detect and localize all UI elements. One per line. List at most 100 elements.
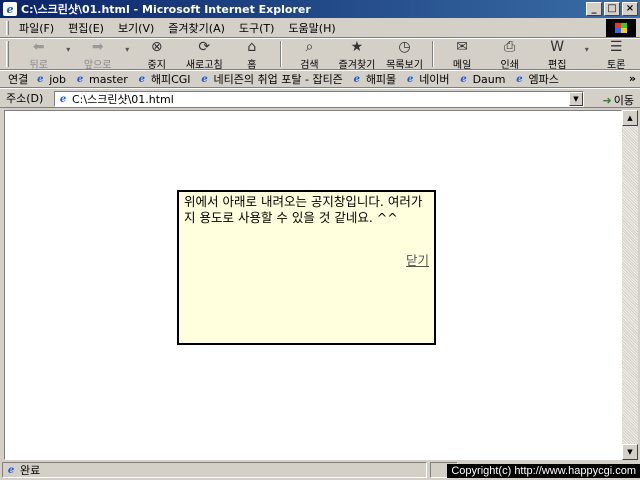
link-master[interactable]: e master: [74, 73, 128, 86]
refresh-label: 새로고침: [185, 60, 223, 71]
link-label: 네이버: [419, 73, 450, 86]
page-icon: e: [59, 93, 67, 105]
search-button[interactable]: ⌕ 검색: [286, 39, 334, 71]
toolbar-grip[interactable]: [6, 20, 9, 35]
page-icon: e: [460, 73, 467, 85]
edit-label: 편집: [548, 60, 567, 71]
link-empas[interactable]: e 엠파스: [513, 71, 559, 87]
windows-logo-icon: [606, 19, 636, 37]
link-happymall[interactable]: e 해피몰: [351, 71, 397, 87]
history-icon: ◷: [398, 39, 411, 55]
print-button[interactable]: ⎙ 인쇄: [486, 39, 534, 71]
link-label: job: [49, 72, 67, 86]
status-text: 완료: [20, 464, 41, 477]
vertical-scrollbar[interactable]: ▲ ▼: [622, 110, 638, 460]
search-icon: ⌕: [305, 39, 314, 55]
forward-button[interactable]: ➡ 앞으로: [74, 39, 122, 71]
favorites-label: 즐겨찾기: [338, 60, 376, 71]
links-bar: 연결 e job e master e 해피CGI e 네티즌의 취업 포탈 - 잡티즌…: [0, 70, 640, 88]
mail-icon: ✉: [456, 39, 468, 55]
home-icon: ⌂: [247, 39, 257, 55]
page-icon: e: [407, 73, 414, 85]
edit-dropdown-icon[interactable]: ▾: [581, 45, 592, 54]
mail-label: 메일: [452, 60, 472, 71]
menu-view[interactable]: 보기(V): [118, 20, 154, 36]
scroll-down-icon[interactable]: ▼: [622, 444, 638, 460]
menu-help[interactable]: 도움말(H): [288, 20, 335, 36]
favorites-button[interactable]: ★ 즐겨찾기: [333, 39, 381, 71]
minimize-button[interactable]: _: [586, 2, 602, 16]
link-jobtizen[interactable]: e 네티즌의 취업 포탈 - 잡티즌: [199, 71, 343, 87]
back-dropdown-icon[interactable]: ▾: [63, 45, 74, 54]
address-bar: 주소(D) e C:\스크린샷\01.html ▼ ➜ 이동: [0, 88, 640, 108]
print-label: 인쇄: [500, 60, 519, 71]
link-label: 해피몰: [365, 73, 397, 86]
title-bar[interactable]: e C:\스크린샷\01.html - Microsoft Internet E…: [0, 0, 640, 18]
links-more-chevron-icon[interactable]: »: [629, 72, 636, 85]
forward-dropdown-icon[interactable]: ▾: [122, 45, 133, 54]
status-bar: e 완료 Copyright(c) http://www.happycgi.co…: [0, 461, 640, 480]
stop-icon: ⊗: [150, 39, 163, 55]
stop-label: 중지: [147, 60, 166, 71]
discuss-button[interactable]: ☰ 토론: [592, 39, 640, 71]
address-dropdown-icon[interactable]: ▼: [569, 92, 583, 106]
notice-message: 위에서 아래로 내려오는 공지창입니다. 여러가지 용도로 사용할 수 있을 것…: [184, 194, 423, 225]
page-icon: e: [201, 73, 208, 85]
popup-close-link[interactable]: 닫기: [406, 250, 429, 269]
scroll-up-icon[interactable]: ▲: [622, 110, 638, 126]
address-value[interactable]: C:\스크린샷\01.html: [72, 91, 569, 107]
page-icon: e: [76, 73, 84, 85]
link-label: master: [89, 72, 128, 86]
favorites-folder-icon: ★: [350, 39, 364, 55]
menu-edit[interactable]: 편집(E): [68, 20, 104, 36]
address-label: 주소(D): [6, 92, 44, 105]
edit-button[interactable]: W 편집: [533, 39, 581, 71]
links-label[interactable]: 연결: [8, 71, 28, 87]
refresh-button[interactable]: ⟳ 새로고침: [180, 39, 228, 71]
copyright-overlay: Copyright(c) http://www.happycgi.com: [447, 464, 640, 478]
page-icon: e: [516, 73, 523, 85]
back-label: 뒤로: [29, 60, 48, 71]
link-daum[interactable]: e Daum: [458, 72, 506, 86]
menu-file[interactable]: 파일(F): [19, 20, 54, 36]
window-controls: _ □ ×: [584, 2, 638, 16]
link-label: 해피CGI: [150, 73, 191, 86]
search-label: 검색: [300, 60, 319, 71]
refresh-icon: ⟳: [198, 39, 211, 55]
link-label: Daum: [472, 72, 506, 86]
discuss-icon: ☰: [609, 39, 623, 55]
link-naver[interactable]: e 네이버: [404, 71, 450, 87]
word-edit-icon: W: [550, 39, 565, 55]
go-label: 이동: [613, 94, 634, 107]
close-button[interactable]: ×: [622, 2, 638, 16]
stop-button[interactable]: ⊗ 중지: [133, 39, 181, 71]
back-button[interactable]: ⬅ 뒤로: [15, 39, 63, 71]
discuss-label: 토론: [606, 60, 626, 71]
printer-icon: ⎙: [504, 39, 516, 55]
status-panel: e 완료: [2, 462, 427, 478]
mail-button[interactable]: ✉ 메일: [438, 39, 486, 71]
link-job[interactable]: e job: [34, 73, 66, 86]
home-label: 홈: [247, 60, 257, 71]
menu-favorites[interactable]: 즐겨찾기(A): [168, 20, 225, 36]
home-button[interactable]: ⌂ 홈: [228, 39, 276, 71]
standard-toolbar: ⬅ 뒤로 ▾ ➡ 앞으로 ▾ ⊗ 중지 ⟳ 새로고침 ⌂ 홈 ⌕ 검색 ★ 즐겨…: [0, 38, 640, 71]
maximize-button[interactable]: □: [604, 2, 620, 16]
history-label: 목록보기: [386, 60, 423, 71]
history-button[interactable]: ◷ 목록보기: [381, 39, 429, 71]
forward-label: 앞으로: [83, 60, 112, 71]
link-label: 네티즌의 취업 포탈 - 잡티즌: [213, 73, 343, 86]
page-icon: e: [138, 73, 146, 85]
link-happycgi[interactable]: e 해피CGI: [136, 71, 191, 87]
toolbar-grip[interactable]: [6, 41, 9, 67]
forward-arrow-icon: ➡: [91, 39, 104, 55]
window-title: C:\스크린샷\01.html - Microsoft Internet Exp…: [21, 3, 311, 16]
go-button[interactable]: ➜ 이동: [603, 92, 634, 108]
menu-tools[interactable]: 도구(T): [239, 20, 275, 36]
page-icon: e: [37, 73, 44, 85]
back-arrow-icon: ⬅: [32, 39, 45, 55]
link-label: 엠파스: [528, 73, 559, 86]
page-icon: e: [353, 73, 360, 85]
address-input[interactable]: e C:\스크린샷\01.html ▼: [54, 91, 584, 107]
page-icon: e: [7, 464, 15, 476]
